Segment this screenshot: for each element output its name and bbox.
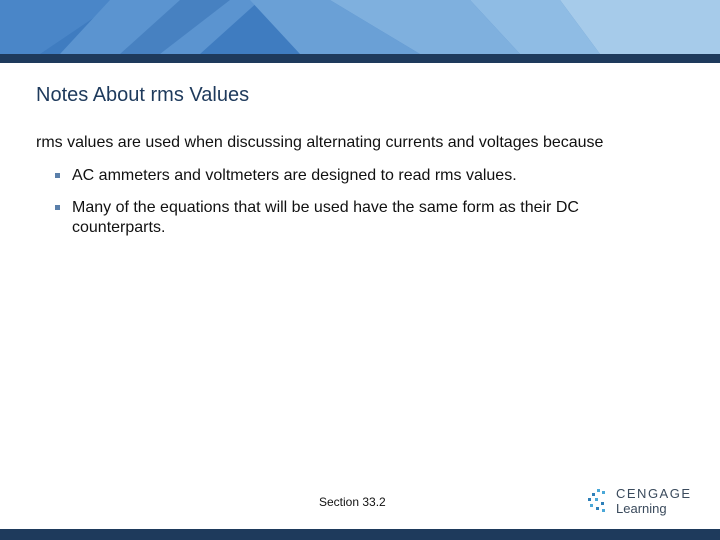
cengage-logo: CENGAGE Learning xyxy=(584,485,694,519)
bullet-item: AC ammeters and voltmeters are designed … xyxy=(55,166,675,186)
square-bullet-icon xyxy=(55,173,60,178)
square-bullet-icon xyxy=(55,205,60,210)
logo-sub-text: Learning xyxy=(616,501,667,516)
footer-rule xyxy=(0,529,720,540)
bullet-item: Many of the equations that will be used … xyxy=(55,198,675,238)
bullet-text: Many of the equations that will be used … xyxy=(72,199,579,236)
bullet-list: AC ammeters and voltmeters are designed … xyxy=(55,166,675,250)
header-rule xyxy=(0,54,720,63)
header-band xyxy=(0,0,720,54)
bullet-text: AC ammeters and voltmeters are designed … xyxy=(72,167,517,184)
intro-text: rms values are used when discussing alte… xyxy=(36,134,604,151)
section-label: Section 33.2 xyxy=(319,495,386,509)
logo-brand-text: CENGAGE xyxy=(616,486,692,501)
slide-title: Notes About rms Values xyxy=(36,84,250,106)
cengage-logo-icon xyxy=(588,489,605,512)
header-pattern xyxy=(0,0,720,54)
